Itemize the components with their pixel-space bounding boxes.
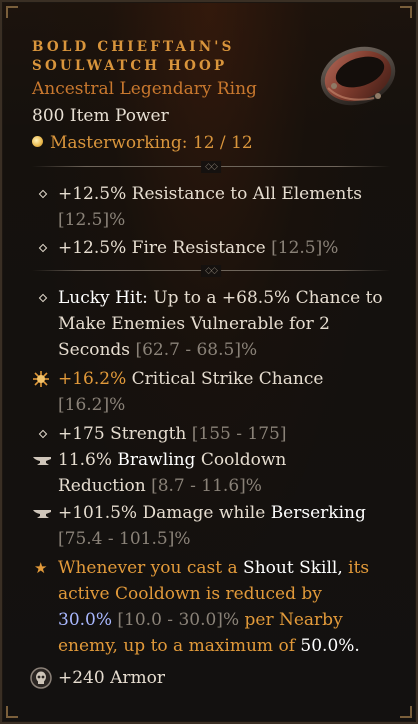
affix-keyword: Brawling (117, 450, 196, 470)
implicit-affix: +12.5% Fire Resistance [12.5]% (32, 235, 392, 261)
aspect-value: 50.0%. (300, 636, 360, 656)
affix-text: Seconds (58, 340, 131, 360)
greater-affix-sun-icon (32, 366, 52, 392)
masterworking: Masterworking: 12 / 12 (32, 133, 253, 153)
diamond-icon (32, 285, 52, 311)
ring-icon (320, 46, 396, 106)
diamond-icon (32, 181, 52, 207)
affix-range: [12.5]% (271, 238, 339, 258)
section-divider: ◇◇ (32, 265, 390, 277)
affix-value: +16.2% (58, 369, 127, 389)
affix-text: +175 Strength (58, 424, 187, 444)
section-divider: ◇◇ (32, 161, 390, 173)
affix-text: +12.5% Fire Resistance (58, 238, 266, 258)
affix-keyword: Lucky Hit: (58, 288, 148, 308)
aspect-text: active Cooldown is reduced by (58, 584, 322, 604)
affix-text: Make Enemies Vulnerable for 2 (58, 314, 330, 334)
frame-corner (6, 6, 18, 18)
affix-range: [62.7 - 68.5]% (135, 340, 258, 360)
item-title: Bold Chieftain's Soulwatch Hoop (32, 38, 302, 76)
aspect-value: 30.0% (58, 610, 113, 630)
affix-text: +12.5% Resistance to All Elements (58, 184, 362, 204)
affix-crit: +16.2% Critical Strike Chance [16.2]% (32, 366, 392, 418)
affix-value: 11.6% (58, 450, 113, 470)
affix-range: [8.7 - 11.6]% (151, 476, 262, 496)
tempered-anvil-icon (32, 447, 52, 473)
affix-text: Cooldown (200, 450, 287, 470)
affix-text: +101.5% Damage while (58, 503, 266, 523)
masterwork-dot-icon (32, 136, 43, 147)
skull-socket-icon (30, 665, 52, 691)
masterworking-text: Masterworking: 12 / 12 (50, 133, 253, 153)
affix-keyword: Berserking (270, 503, 366, 523)
affix-text: Reduction (58, 476, 146, 496)
frame-corner (6, 706, 18, 718)
item-title-line2: Soulwatch Hoop (32, 58, 228, 74)
aspect-keyword: Shout (243, 558, 294, 578)
aspect-text: Whenever you cast a (58, 558, 238, 578)
aspect-text: enemy, up to a maximum of (58, 636, 295, 656)
tempered-anvil-icon (32, 500, 52, 526)
affix-brawling: 11.6% Brawling Cooldown Reduction [8.7 -… (32, 447, 392, 499)
aspect-text: per Nearby (244, 610, 343, 630)
item-type: Ancestral Legendary Ring (32, 79, 257, 99)
armor-text: +240 Armor (58, 668, 165, 688)
item-title-line1: Bold Chieftain's (32, 39, 235, 55)
aspect-text: its (348, 558, 370, 578)
affix-strength: +175 Strength [155 - 175] (32, 421, 392, 447)
aspect-range: [10.0 - 30.0]% (117, 610, 240, 630)
affix-range: [155 - 175] (191, 424, 287, 444)
diamond-icon (32, 421, 52, 447)
affix-berserking: +101.5% Damage while Berserking [75.4 - … (32, 500, 392, 552)
armor-stat: +240 Armor (30, 665, 392, 691)
affix-lucky-hit: Lucky Hit: Up to a +68.5% Chance to Make… (32, 285, 392, 363)
affix-range: [16.2]% (58, 395, 126, 415)
affix-range: [12.5]% (58, 210, 126, 230)
affix-text: Critical Strike Chance (131, 369, 324, 389)
item-tooltip: Bold Chieftain's Soulwatch Hoop Ancestra… (0, 0, 418, 724)
frame-corner (400, 6, 412, 18)
diamond-icon (32, 235, 52, 261)
legendary-aspect: ★ Whenever you cast a Shout Skill, its a… (32, 555, 392, 659)
affix-text: Up to a +68.5% Chance to (153, 288, 383, 308)
aspect-keyword: Skill, (299, 558, 343, 578)
star-icon: ★ (34, 559, 48, 577)
frame-corner (400, 706, 412, 718)
implicit-affix: +12.5% Resistance to All Elements [12.5]… (32, 181, 392, 233)
item-power: 800 Item Power (32, 106, 169, 126)
affix-range: [75.4 - 101.5]% (58, 529, 191, 549)
